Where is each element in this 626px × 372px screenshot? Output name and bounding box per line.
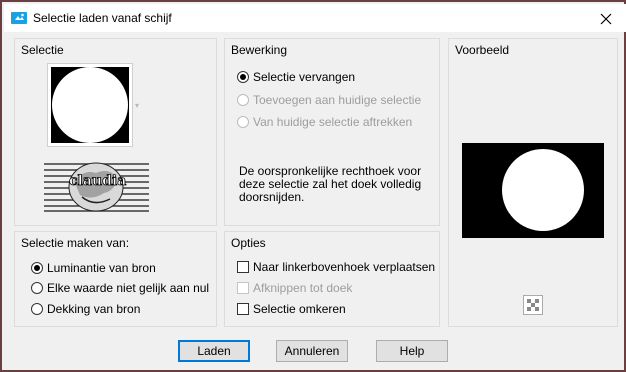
checkbox-afknippen[interactable]: Afknippen tot doek [237, 281, 352, 295]
selection-preview-image [47, 63, 133, 147]
checkbox-label: Afknippen tot doek [253, 281, 353, 295]
radio-button-checked[interactable] [237, 71, 249, 83]
radio-label: Luminantie van bron [47, 261, 156, 275]
bewerking-description: De oorspronkelijke rechthoek voor deze s… [239, 164, 422, 204]
checkerboard-icon [527, 299, 539, 311]
window-title: Selectie laden vanaf schijf [33, 11, 172, 25]
radio-label: Elke waarde niet gelijk aan nul [47, 281, 210, 295]
close-icon [600, 13, 612, 25]
load-button[interactable]: Laden [178, 340, 250, 362]
title-bar: Selectie laden vanaf schijf [4, 4, 626, 32]
watermark-thumbnail: claudia [44, 161, 149, 213]
selection-preview-dropdown[interactable]: ▾ [47, 63, 141, 147]
radio-button-checked[interactable] [31, 262, 43, 274]
help-button[interactable]: Help [376, 340, 448, 362]
radio-toevoegen[interactable]: Toevoegen aan huidige selectie [237, 93, 421, 107]
voorbeeld-group-title: Voorbeeld [455, 43, 510, 57]
preview-canvas [462, 143, 604, 238]
cancel-button[interactable]: Annuleren [276, 340, 348, 362]
app-icon [11, 11, 27, 25]
dialog-window: Selectie laden vanaf schijf Selectie ▾ c… [0, 0, 626, 372]
maken-van-group-title: Selectie maken van: [21, 236, 130, 250]
maken-van-group: Selectie maken van: Luminantie van bron … [14, 231, 217, 327]
checkbox[interactable] [237, 303, 249, 315]
watermark-label: claudia [69, 173, 127, 190]
voorbeeld-group: Voorbeeld [448, 38, 618, 327]
radio-luminantie[interactable]: Luminantie van bron [31, 261, 156, 275]
radio-button[interactable] [31, 282, 43, 294]
bewerking-group: Bewerking Selectie vervangen Toevoegen a… [224, 38, 440, 226]
selectie-group: Selectie ▾ claudia [14, 38, 217, 226]
transparency-toggle-button[interactable] [523, 295, 543, 315]
radio-label: Dekking van bron [47, 302, 141, 316]
opties-group: Opties Naar linkerbovenhoek verplaatsen … [224, 231, 440, 327]
radio-button[interactable] [237, 94, 249, 106]
radio-selectie-vervangen[interactable]: Selectie vervangen [237, 70, 355, 84]
checkbox[interactable] [237, 282, 249, 294]
radio-label: Selectie vervangen [253, 70, 356, 84]
checkbox-omkeren[interactable]: Selectie omkeren [237, 302, 346, 316]
radio-button[interactable] [31, 303, 43, 315]
bewerking-group-title: Bewerking [231, 43, 288, 57]
checkbox-label: Selectie omkeren [253, 302, 346, 316]
dropdown-arrow-icon: ▾ [135, 101, 140, 110]
checkbox[interactable] [237, 261, 249, 273]
radio-label: Toevoegen aan huidige selectie [253, 93, 422, 107]
radio-button[interactable] [237, 116, 249, 128]
close-button[interactable] [594, 8, 618, 30]
radio-dekking[interactable]: Dekking van bron [31, 302, 140, 316]
opties-group-title: Opties [231, 236, 266, 250]
radio-elke-waarde[interactable]: Elke waarde niet gelijk aan nul [31, 281, 209, 295]
checkbox-linkerbovenhoek[interactable]: Naar linkerbovenhoek verplaatsen [237, 260, 435, 274]
selectie-group-title: Selectie [21, 43, 64, 57]
radio-aftrekken[interactable]: Van huidige selectie aftrekken [237, 115, 412, 129]
radio-label: Van huidige selectie aftrekken [253, 115, 413, 129]
checkbox-label: Naar linkerbovenhoek verplaatsen [253, 260, 436, 274]
